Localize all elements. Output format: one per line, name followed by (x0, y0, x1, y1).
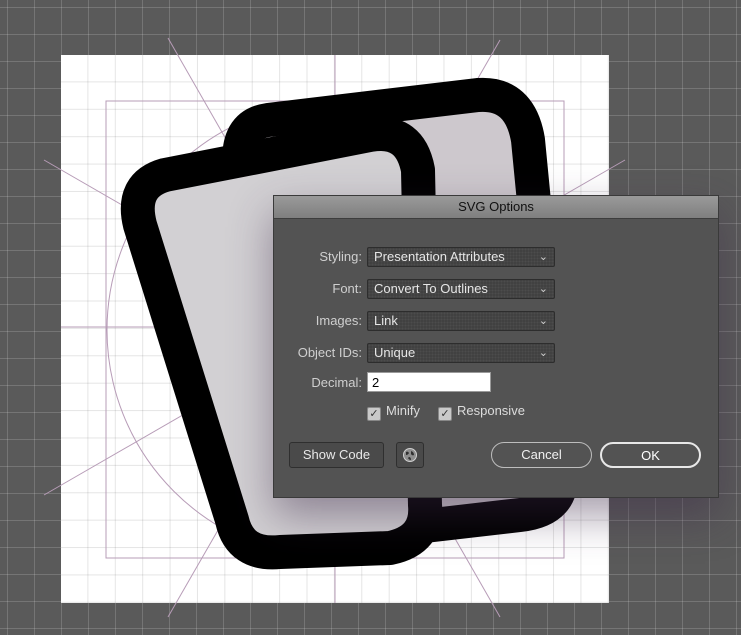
object-ids-label: Object IDs: (297, 345, 362, 360)
chevron-down-icon: ⌄ (538, 283, 548, 295)
font-value: Convert To Outlines (374, 281, 488, 296)
responsive-label: Responsive (457, 403, 525, 418)
font-label: Font: (332, 281, 362, 296)
ok-button[interactable]: OK (600, 442, 701, 468)
object-ids-select[interactable]: Unique ⌄ (367, 343, 555, 363)
show-code-button[interactable]: Show Code (289, 442, 384, 468)
font-select[interactable]: Convert To Outlines ⌄ (367, 279, 555, 299)
decimal-input[interactable] (367, 372, 491, 392)
preview-in-browser-button[interactable] (396, 442, 424, 468)
chevron-down-icon: ⌄ (538, 251, 548, 263)
chevron-down-icon: ⌄ (538, 347, 548, 359)
styling-select[interactable]: Presentation Attributes ⌄ (367, 247, 555, 267)
dialog-title[interactable]: SVG Options (274, 196, 718, 219)
check-icon: ✓ (367, 407, 381, 421)
decimal-label: Decimal: (311, 375, 362, 390)
check-icon: ✓ (438, 407, 452, 421)
svg-options-dialog: SVG Options Styling: Presentation Attrib… (273, 195, 719, 498)
globe-icon (403, 448, 417, 462)
responsive-checkbox[interactable]: ✓ Responsive (438, 403, 525, 421)
object-ids-value: Unique (374, 345, 416, 360)
minify-checkbox[interactable]: ✓ Minify (367, 403, 420, 421)
minify-label: Minify (386, 403, 420, 418)
styling-label: Styling: (319, 249, 362, 264)
images-select[interactable]: Link ⌄ (367, 311, 555, 331)
cancel-button[interactable]: Cancel (491, 442, 592, 468)
images-value: Link (374, 313, 398, 328)
styling-value: Presentation Attributes (374, 249, 505, 264)
chevron-down-icon: ⌄ (538, 315, 548, 327)
images-label: Images: (315, 313, 362, 328)
